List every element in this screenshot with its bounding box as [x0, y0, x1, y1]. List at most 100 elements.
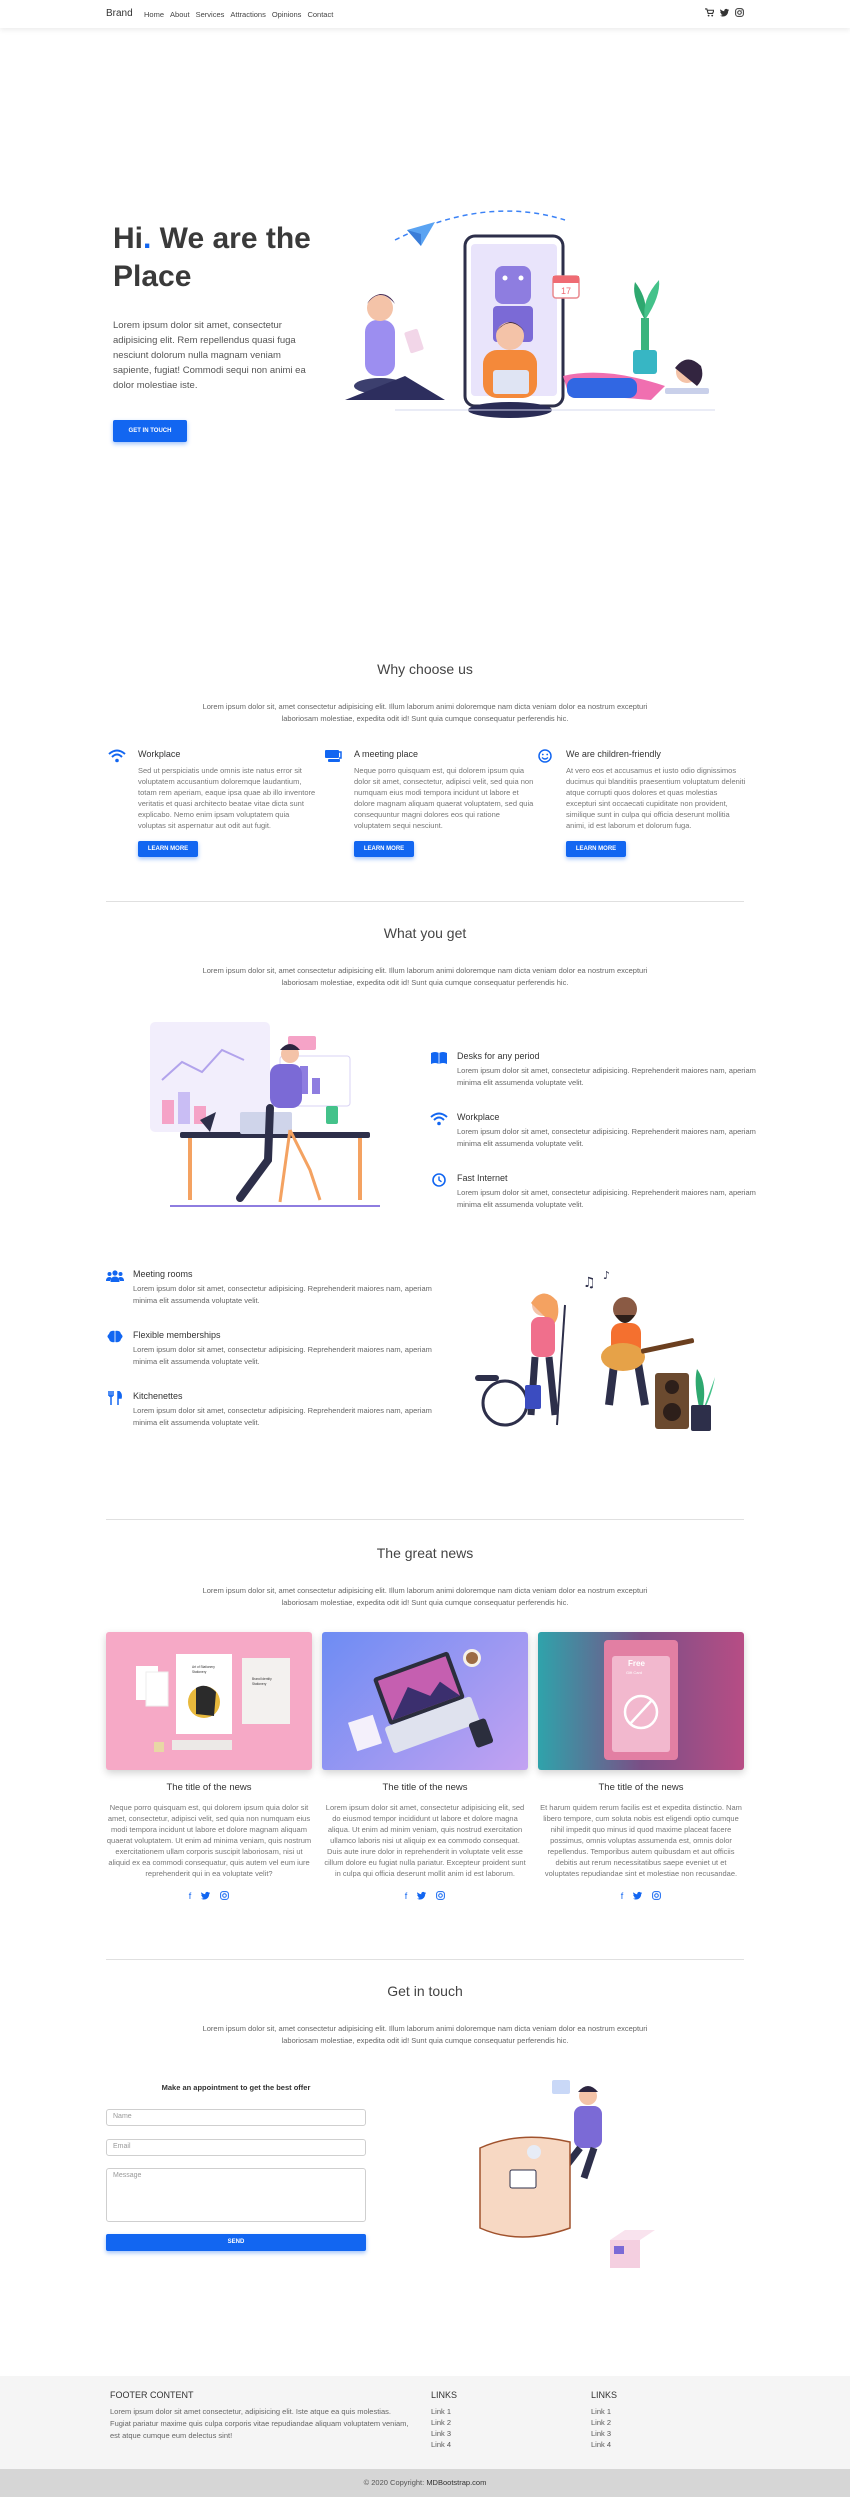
instagram-icon[interactable]	[652, 1891, 662, 1901]
footer-link[interactable]: Link 4	[591, 2439, 711, 2450]
gift-card-image: Free Gift Card	[538, 1632, 744, 1770]
footer-content-text: Lorem ipsum dolor sit amet consectetur, …	[110, 2407, 409, 2440]
news-card[interactable]: Art of Stationery Stationery Brand Ident…	[106, 1632, 312, 1901]
news-subtitle: Lorem ipsum dolor sit, amet consectetur …	[202, 1586, 648, 1607]
music-illustration: ♫ ♪	[465, 1265, 715, 1440]
news-card[interactable]: Free Gift Card The title of the news Et …	[538, 1632, 744, 1901]
learn-more-button[interactable]: Learn more	[138, 841, 198, 857]
email-field[interactable]: Email	[106, 2139, 366, 2156]
svg-text:♪: ♪	[603, 1269, 610, 1282]
news-card-text: Et harum quidem rerum facilis est et exp…	[540, 1803, 742, 1878]
list-item-text: Lorem ipsum dolor sit amet, consectetur …	[133, 1284, 432, 1305]
gift-card-image-word-2: Gift Card	[626, 1670, 642, 1675]
hero-title: Hi. We are the Place	[113, 222, 311, 293]
utensils-icon	[106, 1391, 124, 1405]
footer-links-1: Links Link 1 Link 2 Link 3 Link 4	[431, 2390, 551, 2450]
stationery-image-word-2: Stationery	[192, 1670, 207, 1674]
divider	[106, 1959, 744, 1960]
why-title: Why choose us	[377, 661, 473, 677]
feature-title: A meeting place	[354, 749, 419, 759]
instagram-icon[interactable]	[735, 8, 744, 17]
twitter-icon[interactable]	[417, 1891, 427, 1901]
hero-illustration: 17	[335, 200, 735, 420]
footer-link[interactable]: Link 1	[591, 2406, 711, 2417]
cart-icon[interactable]	[705, 8, 714, 17]
list-item-text: Lorem ipsum dolor sit amet, consectetur …	[133, 1406, 432, 1427]
twitter-icon[interactable]	[633, 1891, 643, 1901]
stationery-image-word-1: Art of Stationery	[192, 1665, 215, 1669]
message-field[interactable]: Message	[106, 2168, 366, 2222]
send-button[interactable]: Send	[106, 2234, 366, 2251]
list-item-title: Desks for any period	[457, 1051, 540, 1061]
footer-link[interactable]: Link 3	[591, 2428, 711, 2439]
news-card[interactable]: The title of the news Lorem ipsum dolor …	[322, 1632, 528, 1901]
facebook-icon[interactable]: f	[189, 1891, 192, 1901]
footer-content: Footer Content Lorem ipsum dolor sit ame…	[110, 2390, 410, 2442]
feature-text: At vero eos et accusamus et iusto odio d…	[566, 766, 746, 830]
twitter-icon[interactable]	[720, 8, 729, 17]
news-card-text: Neque porro quisquam est, qui dolorem ip…	[106, 1803, 312, 1878]
footer-link[interactable]: Link 4	[431, 2439, 551, 2450]
get-in-touch-button[interactable]: Get in touch	[113, 420, 187, 442]
feature-title: We are children-friendly	[566, 749, 661, 759]
footer-links-2: Links Link 1 Link 2 Link 3 Link 4	[591, 2390, 711, 2450]
copyright-link[interactable]: MDBootstrap.com	[426, 2478, 486, 2487]
list-item-text: Lorem ipsum dolor sit amet, consectetur …	[457, 1127, 756, 1148]
users-icon	[106, 1269, 124, 1283]
footer-link[interactable]: Link 3	[431, 2428, 551, 2439]
nav-link-contact[interactable]: Contact	[307, 10, 333, 19]
brand-logo[interactable]: Brand	[106, 8, 133, 19]
news-card-social: f	[106, 1891, 312, 1901]
news-card-title[interactable]: The title of the news	[322, 1782, 528, 1793]
name-field[interactable]: Name	[106, 2109, 366, 2126]
instagram-icon[interactable]	[220, 1891, 230, 1901]
list-item-title: Fast Internet	[457, 1173, 508, 1183]
list-item-text: Lorem ipsum dolor sit amet, consectetur …	[457, 1188, 756, 1209]
feature-workplace: Workplace Sed ut perspiciatis unde omnis…	[108, 749, 318, 857]
nav-link-services[interactable]: Services	[196, 10, 225, 19]
footer-link[interactable]: Link 2	[431, 2417, 551, 2428]
why-subtitle: Lorem ipsum dolor sit, amet consectetur …	[202, 702, 648, 723]
desk-illustration	[140, 1020, 390, 1210]
learn-more-button[interactable]: Learn more	[354, 841, 414, 857]
nav-links: Home About Services Attractions Opinions…	[144, 10, 333, 19]
news-card-title[interactable]: The title of the news	[538, 1782, 744, 1793]
footer-link[interactable]: Link 1	[431, 2406, 551, 2417]
contact-subtitle: Lorem ipsum dolor sit, amet consectetur …	[202, 2024, 648, 2045]
clock-icon	[430, 1173, 448, 1187]
news-card-text: Lorem ipsum dolor sit amet, consectetur …	[324, 1803, 526, 1878]
divider	[106, 901, 744, 902]
list-item-text: Lorem ipsum dolor sit amet, consectetur …	[457, 1066, 756, 1087]
twitter-icon[interactable]	[201, 1891, 211, 1901]
gift-card-image-word-1: Free	[628, 1659, 645, 1668]
smile-icon	[536, 749, 554, 763]
list-item-text: Lorem ipsum dolor sit amet, consectetur …	[133, 1345, 432, 1366]
book-icon	[430, 1051, 448, 1065]
get-subtitle: Lorem ipsum dolor sit, amet consectetur …	[202, 966, 648, 987]
stationery-image: Art of Stationery Stationery Brand Ident…	[106, 1632, 312, 1770]
wifi-icon	[108, 749, 126, 763]
divider	[106, 1519, 744, 1520]
footer-link[interactable]: Link 2	[591, 2417, 711, 2428]
brain-icon	[106, 1330, 124, 1344]
nav-link-attractions[interactable]: Attractions	[230, 10, 265, 19]
list-item-title: Workplace	[457, 1112, 500, 1122]
news-title: The great news	[376, 1545, 474, 1561]
hero-text: Lorem ipsum dolor sit amet, consectetur …	[113, 320, 306, 391]
svg-text:♫: ♫	[583, 1275, 596, 1291]
instagram-icon[interactable]	[436, 1891, 446, 1901]
nav-link-opinions[interactable]: Opinions	[272, 10, 302, 19]
news-card-social: f	[322, 1891, 528, 1901]
feature-meeting-place: A meeting place Neque porro quisquam est…	[325, 749, 534, 857]
facebook-icon[interactable]: f	[405, 1891, 408, 1901]
list-item-title: Kitchenettes	[133, 1391, 183, 1401]
nav-link-about[interactable]: About	[170, 10, 190, 19]
copyright-bar: © 2020 Copyright: MDBootstrap.com	[0, 2469, 850, 2497]
get-title: What you get	[383, 925, 467, 941]
nav-link-home[interactable]: Home	[144, 10, 164, 19]
stationery-image-word-3: Brand Identity	[252, 1677, 272, 1681]
navbar: Brand Home About Services Attractions Op…	[0, 0, 850, 28]
facebook-icon[interactable]: f	[621, 1891, 624, 1901]
news-card-title[interactable]: The title of the news	[106, 1782, 312, 1793]
learn-more-button[interactable]: Learn more	[566, 841, 626, 857]
